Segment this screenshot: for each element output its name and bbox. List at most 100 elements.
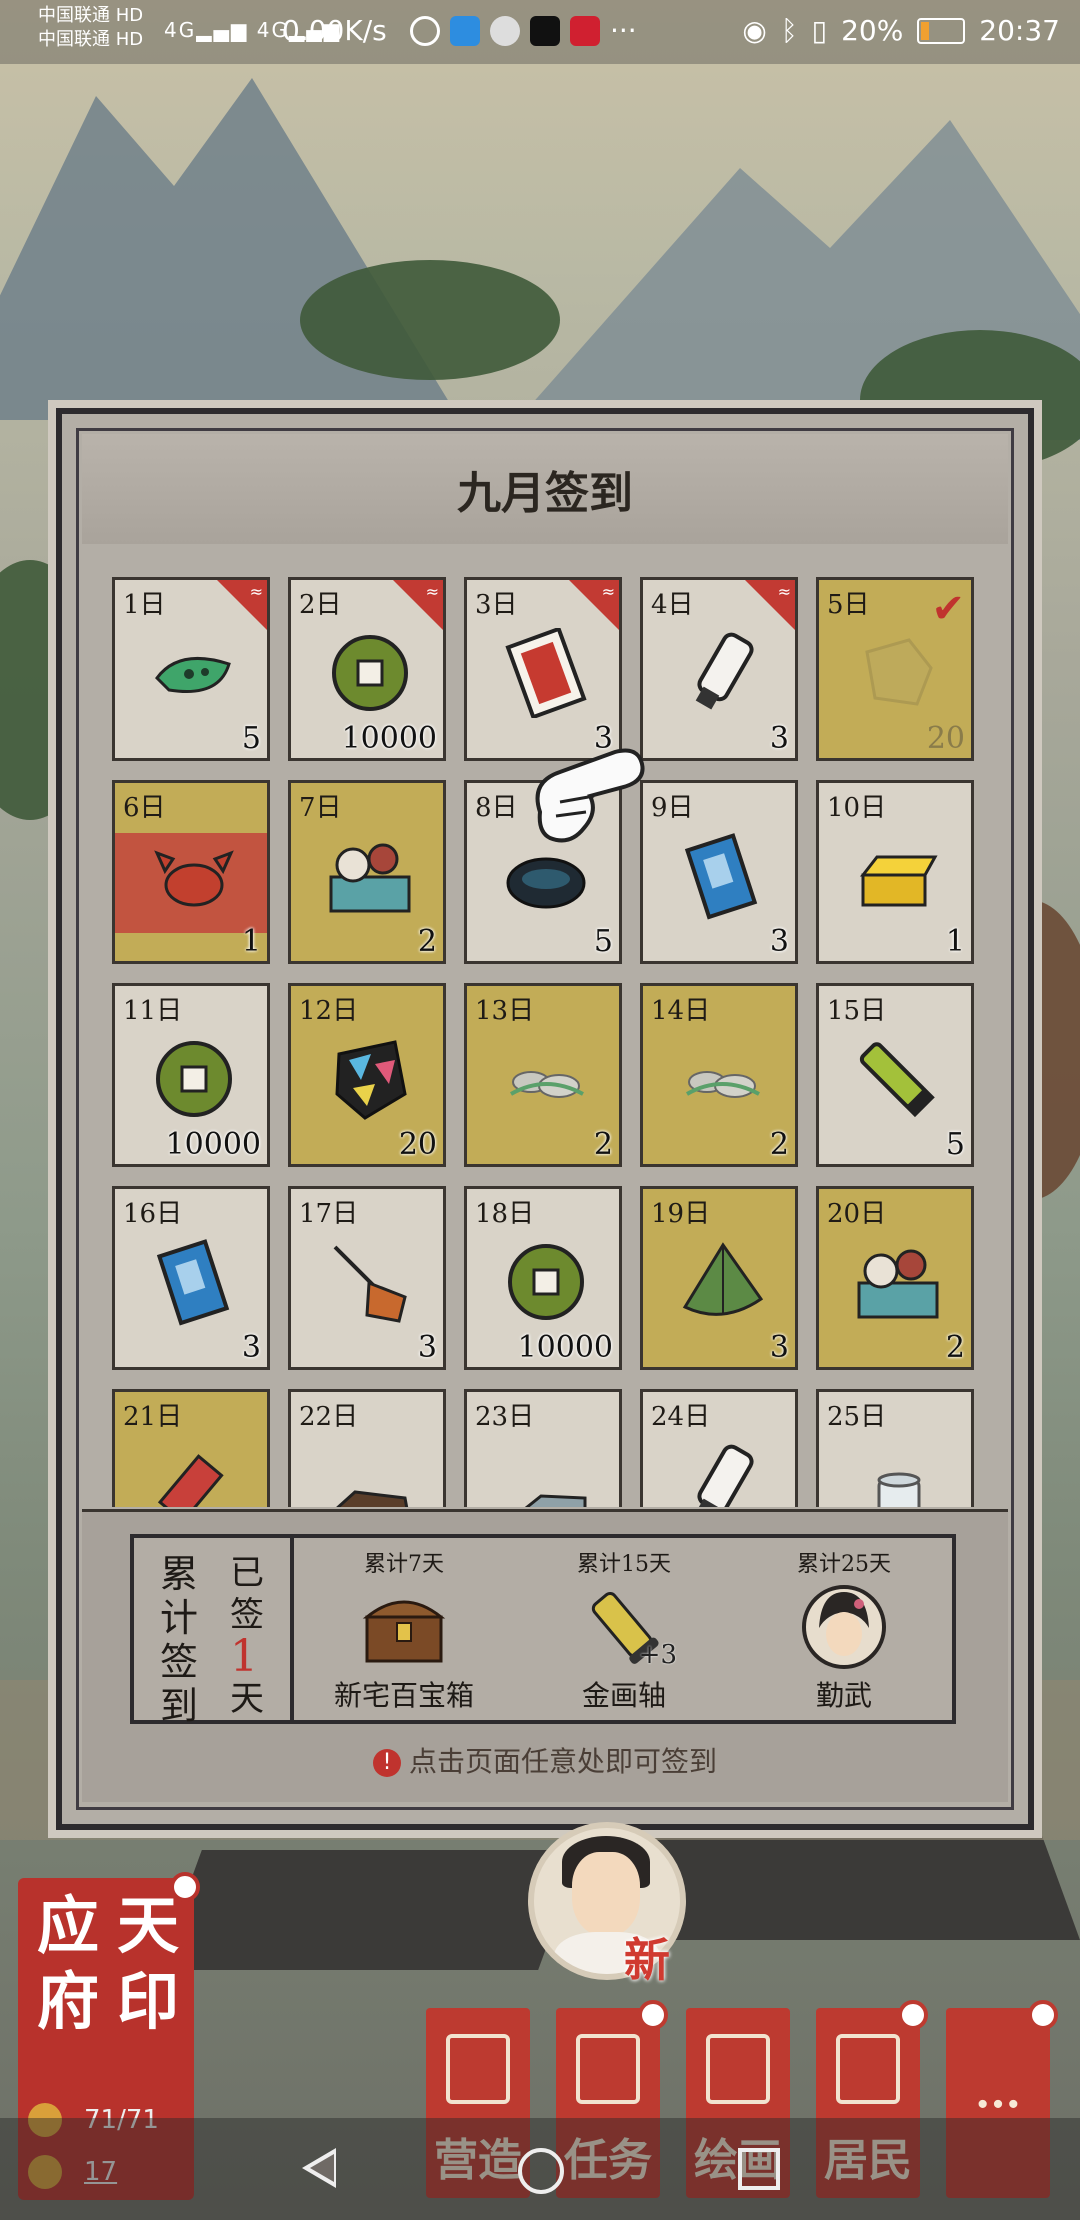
day-label: 19日	[651, 1199, 711, 1229]
stone-slab-icon	[501, 1440, 591, 1507]
day-cell[interactable]: 3日 3	[464, 577, 622, 761]
reward-quantity: 2	[417, 924, 437, 959]
status-bar: 中国联通 HD 中国联通 HD 4G▂▄▆ 4G▂▄▆ 0.00K/s ··· …	[0, 0, 1080, 64]
day-label: 4日	[651, 590, 694, 620]
day-label: 24日	[651, 1402, 711, 1432]
day-cell[interactable]: 19日 3	[640, 1186, 798, 1370]
day-cell[interactable]: 6日 1	[112, 780, 270, 964]
new-ribbon-icon	[745, 580, 795, 630]
painting-icon	[706, 2034, 770, 2104]
jade-stone-icon	[853, 628, 943, 718]
day-cell[interactable]: 21日	[112, 1389, 270, 1507]
day-cell[interactable]: 16日 3	[112, 1186, 270, 1370]
recents-button[interactable]	[738, 2148, 780, 2190]
cumulative-rewards: 累 计 签 到 已 签 1 天 累计7天 新宅百宝箱 累计15天 +3 金画轴 …	[130, 1534, 956, 1728]
hd-badge: HD	[115, 29, 144, 50]
tea-leaf-icon	[149, 628, 239, 718]
sync-icon	[410, 15, 440, 46]
day-cell[interactable]: 4日 3	[640, 577, 798, 761]
scroll-icon	[677, 628, 767, 718]
signed-days-counter: 已 签 1 天	[230, 1552, 270, 1720]
roof	[158, 1850, 582, 1970]
blue-book-icon	[149, 1237, 239, 1327]
day-cell[interactable]: 7日 2	[288, 780, 446, 964]
day-label: 2日	[299, 590, 342, 620]
day-cell[interactable]: 2日 10000	[288, 577, 446, 761]
more-notifications-icon: ···	[610, 14, 637, 47]
battery-icon	[917, 17, 966, 44]
reward-quantity: 5	[241, 721, 261, 756]
day-cell[interactable]: 18日 10000	[464, 1186, 622, 1370]
back-button[interactable]	[302, 2148, 336, 2188]
porcelain-jar-icon	[853, 1440, 943, 1507]
day-label: 18日	[475, 1199, 535, 1229]
cumulative-label: 累 计 签 到 已 签 1 天	[134, 1538, 294, 1728]
stone-pile-icon	[501, 1034, 591, 1124]
day-cell[interactable]: 15日 5	[816, 983, 974, 1167]
status-right: ◉ ᛒ ▯ 20% 20:37	[742, 14, 1060, 47]
day-label: 17日	[299, 1199, 359, 1229]
day-label: 21日	[123, 1402, 183, 1432]
day-label: 16日	[123, 1199, 183, 1229]
day-cell[interactable]: 22日	[288, 1389, 446, 1507]
signin-dialog[interactable]: 九月签到 1日52日100003日34日35日20✔6日17日28日59日310…	[56, 408, 1034, 1830]
stone-pile-icon	[677, 1034, 767, 1124]
calendar-grid: 1日52日100003日34日35日20✔6日17日28日59日310日111日…	[112, 577, 978, 1507]
hd-badge: HD	[115, 5, 144, 26]
day-cell[interactable]: 14日 2	[640, 983, 798, 1167]
day-label: 8日	[475, 793, 518, 823]
day-cell[interactable]: 23日	[464, 1389, 622, 1507]
day-cell[interactable]: 24日	[640, 1389, 798, 1507]
notification-dot	[638, 2000, 668, 2030]
day-cell[interactable]: 1日 5	[112, 577, 270, 761]
broom-icon	[325, 1237, 415, 1327]
day-cell[interactable]: 9日 3	[640, 780, 798, 964]
cumulative-section: 累 计 签 到 已 签 1 天 累计7天 新宅百宝箱 累计15天 +3 金画轴 …	[82, 1509, 1008, 1802]
reward-quantity: 3	[417, 1330, 437, 1365]
reward-25-days[interactable]: 累计25天 勤武	[744, 1546, 944, 1714]
day-label: 10日	[827, 793, 887, 823]
day-cell[interactable]: 10日 1	[816, 780, 974, 964]
reward-15-days[interactable]: 累计15天 +3 金画轴	[524, 1546, 724, 1714]
day-cell[interactable]: 17日 3	[288, 1186, 446, 1370]
reward-quantity: 5	[593, 924, 613, 959]
reward-7-days[interactable]: 累计7天 新宅百宝箱	[304, 1546, 504, 1714]
roof	[619, 1830, 1080, 1940]
carrier-1: 中国联通	[38, 5, 110, 26]
home-button[interactable]	[518, 2148, 564, 2194]
day-cell[interactable]: 12日 20	[288, 983, 446, 1167]
notification-dot	[170, 1872, 200, 1902]
day-cell[interactable]: 5日 20 ✔	[816, 577, 974, 761]
day-label: 25日	[827, 1402, 887, 1432]
reward-caption: 累计7天	[364, 1552, 444, 1577]
day-label: 12日	[299, 996, 359, 1026]
gold-scroll-icon: +3	[581, 1584, 677, 1670]
reward-name: 新宅百宝箱	[333, 1679, 474, 1712]
navigation-bar	[0, 2118, 1080, 2220]
battery-percent: 20%	[841, 14, 904, 47]
reward-quantity: 3	[769, 924, 789, 959]
notification-icons: ···	[410, 14, 637, 47]
eye-icon: ◉	[742, 14, 767, 47]
gift-box-icon	[853, 1237, 943, 1327]
day-cell[interactable]: 13日 2	[464, 983, 622, 1167]
new-ribbon-icon	[569, 580, 619, 630]
day-cell[interactable]: 25日	[816, 1389, 974, 1507]
clock: 20:37	[979, 14, 1060, 47]
notification-dot	[1028, 2000, 1058, 2030]
checkmark-icon: ✔	[931, 586, 965, 632]
reward-quantity: 1	[945, 924, 965, 959]
reward-extra: +3	[638, 1640, 677, 1670]
reward-quantity: 2	[945, 1330, 965, 1365]
signin-hint[interactable]: ! 点击页面任意处即可签到	[82, 1740, 1008, 1780]
seal-title: 应天 府印	[36, 1889, 179, 2038]
leaf-fan-icon	[677, 1237, 767, 1327]
day-cell[interactable]: 11日 10000	[112, 983, 270, 1167]
day-cell[interactable]: 20日 2	[816, 1186, 974, 1370]
red-ticket-icon	[501, 628, 591, 718]
reward-quantity: 5	[945, 1127, 965, 1162]
copper-coin-icon	[149, 1034, 239, 1124]
day-label: 3日	[475, 590, 518, 620]
day-label: 14日	[651, 996, 711, 1026]
tiktok-icon	[530, 15, 560, 46]
